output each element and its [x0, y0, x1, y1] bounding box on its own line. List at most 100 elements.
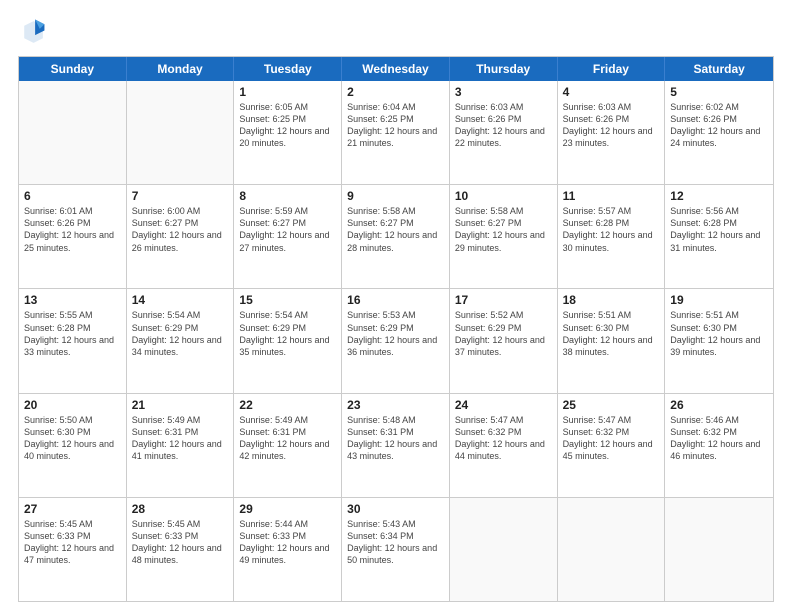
- day-number: 18: [563, 293, 660, 307]
- calendar-cell: 20Sunrise: 5:50 AM Sunset: 6:30 PM Dayli…: [19, 394, 127, 497]
- page: SundayMondayTuesdayWednesdayThursdayFrid…: [0, 0, 792, 612]
- day-number: 21: [132, 398, 229, 412]
- calendar-cell: 12 Sunrise: 5:56 AM Sunset: 6:28 PM Dayli…: [665, 185, 773, 288]
- cell-info: Sunrise: 6:01 AM Sunset: 6:26 PM Dayligh…: [24, 205, 121, 254]
- cell-info: Sunrise: 5:44 AM Sunset: 6:33 PM Dayligh…: [239, 518, 336, 567]
- calendar-cell: [450, 498, 558, 601]
- cell-info: Sunrise: 6:00 AM Sunset: 6:27 PM Dayligh…: [132, 205, 229, 254]
- cell-info: Sunrise: 5:46 AM Sunset: 6:32 PM Dayligh…: [670, 414, 768, 463]
- cell-info: Sunrise: 6:03 AM Sunset: 6:26 PM Dayligh…: [455, 101, 552, 150]
- calendar-cell: 14Sunrise: 5:54 AM Sunset: 6:29 PM Dayli…: [127, 289, 235, 392]
- weekday-header: Sunday: [19, 57, 127, 81]
- logo-icon: [18, 18, 46, 46]
- day-number: 22: [239, 398, 336, 412]
- day-number: 26: [670, 398, 768, 412]
- cell-info: Sunrise: 5:59 AM Sunset: 6:27 PM Dayligh…: [239, 205, 336, 254]
- cell-info: Sunrise: 5:51 AM Sunset: 6:30 PM Dayligh…: [563, 309, 660, 358]
- weekday-header: Monday: [127, 57, 235, 81]
- cell-info: Sunrise: 6:05 AM Sunset: 6:25 PM Dayligh…: [239, 101, 336, 150]
- day-number: 23: [347, 398, 444, 412]
- cell-info: Sunrise: 5:45 AM Sunset: 6:33 PM Dayligh…: [132, 518, 229, 567]
- day-number: 9: [347, 189, 444, 203]
- calendar-body: 1 Sunrise: 6:05 AM Sunset: 6:25 PM Daylig…: [19, 81, 773, 601]
- calendar-cell: 28 Sunrise: 5:45 AM Sunset: 6:33 PM Dayli…: [127, 498, 235, 601]
- calendar-cell: [127, 81, 235, 184]
- day-number: 17: [455, 293, 552, 307]
- calendar-cell: 9Sunrise: 5:58 AM Sunset: 6:27 PM Daylig…: [342, 185, 450, 288]
- calendar-row: 20Sunrise: 5:50 AM Sunset: 6:30 PM Dayli…: [19, 393, 773, 497]
- cell-info: Sunrise: 5:52 AM Sunset: 6:29 PM Dayligh…: [455, 309, 552, 358]
- day-number: 5: [670, 85, 768, 99]
- calendar-cell: 3 Sunrise: 6:03 AM Sunset: 6:26 PM Daylig…: [450, 81, 558, 184]
- cell-info: Sunrise: 5:47 AM Sunset: 6:32 PM Dayligh…: [455, 414, 552, 463]
- calendar-cell: 27 Sunrise: 5:45 AM Sunset: 6:33 PM Dayli…: [19, 498, 127, 601]
- calendar: SundayMondayTuesdayWednesdayThursdayFrid…: [18, 56, 774, 602]
- calendar-cell: 15 Sunrise: 5:54 AM Sunset: 6:29 PM Dayli…: [234, 289, 342, 392]
- calendar-cell: 1 Sunrise: 6:05 AM Sunset: 6:25 PM Daylig…: [234, 81, 342, 184]
- cell-info: Sunrise: 5:55 AM Sunset: 6:28 PM Dayligh…: [24, 309, 121, 358]
- calendar-cell: [558, 498, 666, 601]
- cell-info: Sunrise: 5:56 AM Sunset: 6:28 PM Dayligh…: [670, 205, 768, 254]
- day-number: 10: [455, 189, 552, 203]
- calendar-cell: 21Sunrise: 5:49 AM Sunset: 6:31 PM Dayli…: [127, 394, 235, 497]
- day-number: 7: [132, 189, 229, 203]
- calendar-cell: 7 Sunrise: 6:00 AM Sunset: 6:27 PM Daylig…: [127, 185, 235, 288]
- weekday-header: Tuesday: [234, 57, 342, 81]
- day-number: 11: [563, 189, 660, 203]
- calendar-cell: 13 Sunrise: 5:55 AM Sunset: 6:28 PM Dayli…: [19, 289, 127, 392]
- calendar-cell: 11 Sunrise: 5:57 AM Sunset: 6:28 PM Dayli…: [558, 185, 666, 288]
- calendar-cell: 17 Sunrise: 5:52 AM Sunset: 6:29 PM Dayli…: [450, 289, 558, 392]
- calendar-cell: 25Sunrise: 5:47 AM Sunset: 6:32 PM Dayli…: [558, 394, 666, 497]
- cell-info: Sunrise: 5:57 AM Sunset: 6:28 PM Dayligh…: [563, 205, 660, 254]
- logo: [18, 18, 50, 46]
- cell-info: Sunrise: 5:58 AM Sunset: 6:27 PM Dayligh…: [455, 205, 552, 254]
- calendar-cell: 30 Sunrise: 5:43 AM Sunset: 6:34 PM Dayli…: [342, 498, 450, 601]
- day-number: 2: [347, 85, 444, 99]
- day-number: 12: [670, 189, 768, 203]
- calendar-row: 27 Sunrise: 5:45 AM Sunset: 6:33 PM Dayli…: [19, 497, 773, 601]
- weekday-header: Thursday: [450, 57, 558, 81]
- calendar-cell: 23 Sunrise: 5:48 AM Sunset: 6:31 PM Dayli…: [342, 394, 450, 497]
- header: [18, 18, 774, 46]
- day-number: 15: [239, 293, 336, 307]
- day-number: 1: [239, 85, 336, 99]
- calendar-cell: 2 Sunrise: 6:04 AM Sunset: 6:25 PM Daylig…: [342, 81, 450, 184]
- day-number: 8: [239, 189, 336, 203]
- cell-info: Sunrise: 5:49 AM Sunset: 6:31 PM Dayligh…: [239, 414, 336, 463]
- day-number: 3: [455, 85, 552, 99]
- cell-info: Sunrise: 6:04 AM Sunset: 6:25 PM Dayligh…: [347, 101, 444, 150]
- calendar-cell: [19, 81, 127, 184]
- day-number: 13: [24, 293, 121, 307]
- cell-info: Sunrise: 5:50 AM Sunset: 6:30 PM Dayligh…: [24, 414, 121, 463]
- calendar-cell: 5Sunrise: 6:02 AM Sunset: 6:26 PM Daylig…: [665, 81, 773, 184]
- cell-info: Sunrise: 5:54 AM Sunset: 6:29 PM Dayligh…: [239, 309, 336, 358]
- day-number: 25: [563, 398, 660, 412]
- day-number: 19: [670, 293, 768, 307]
- day-number: 30: [347, 502, 444, 516]
- calendar-cell: 29 Sunrise: 5:44 AM Sunset: 6:33 PM Dayli…: [234, 498, 342, 601]
- day-number: 16: [347, 293, 444, 307]
- day-number: 29: [239, 502, 336, 516]
- day-number: 4: [563, 85, 660, 99]
- calendar-cell: 6 Sunrise: 6:01 AM Sunset: 6:26 PM Daylig…: [19, 185, 127, 288]
- weekday-header: Friday: [558, 57, 666, 81]
- cell-info: Sunrise: 5:45 AM Sunset: 6:33 PM Dayligh…: [24, 518, 121, 567]
- day-number: 27: [24, 502, 121, 516]
- calendar-row: 13 Sunrise: 5:55 AM Sunset: 6:28 PM Dayli…: [19, 288, 773, 392]
- calendar-cell: 4 Sunrise: 6:03 AM Sunset: 6:26 PM Daylig…: [558, 81, 666, 184]
- weekday-header: Wednesday: [342, 57, 450, 81]
- day-number: 28: [132, 502, 229, 516]
- day-number: 6: [24, 189, 121, 203]
- cell-info: Sunrise: 6:03 AM Sunset: 6:26 PM Dayligh…: [563, 101, 660, 150]
- calendar-cell: 22 Sunrise: 5:49 AM Sunset: 6:31 PM Dayli…: [234, 394, 342, 497]
- calendar-cell: 18 Sunrise: 5:51 AM Sunset: 6:30 PM Dayli…: [558, 289, 666, 392]
- day-number: 14: [132, 293, 229, 307]
- cell-info: Sunrise: 5:43 AM Sunset: 6:34 PM Dayligh…: [347, 518, 444, 567]
- calendar-header: SundayMondayTuesdayWednesdayThursdayFrid…: [19, 57, 773, 81]
- cell-info: Sunrise: 5:51 AM Sunset: 6:30 PM Dayligh…: [670, 309, 768, 358]
- calendar-cell: [665, 498, 773, 601]
- cell-info: Sunrise: 5:48 AM Sunset: 6:31 PM Dayligh…: [347, 414, 444, 463]
- calendar-cell: 24Sunrise: 5:47 AM Sunset: 6:32 PM Dayli…: [450, 394, 558, 497]
- calendar-cell: 26 Sunrise: 5:46 AM Sunset: 6:32 PM Dayli…: [665, 394, 773, 497]
- calendar-cell: 10 Sunrise: 5:58 AM Sunset: 6:27 PM Dayli…: [450, 185, 558, 288]
